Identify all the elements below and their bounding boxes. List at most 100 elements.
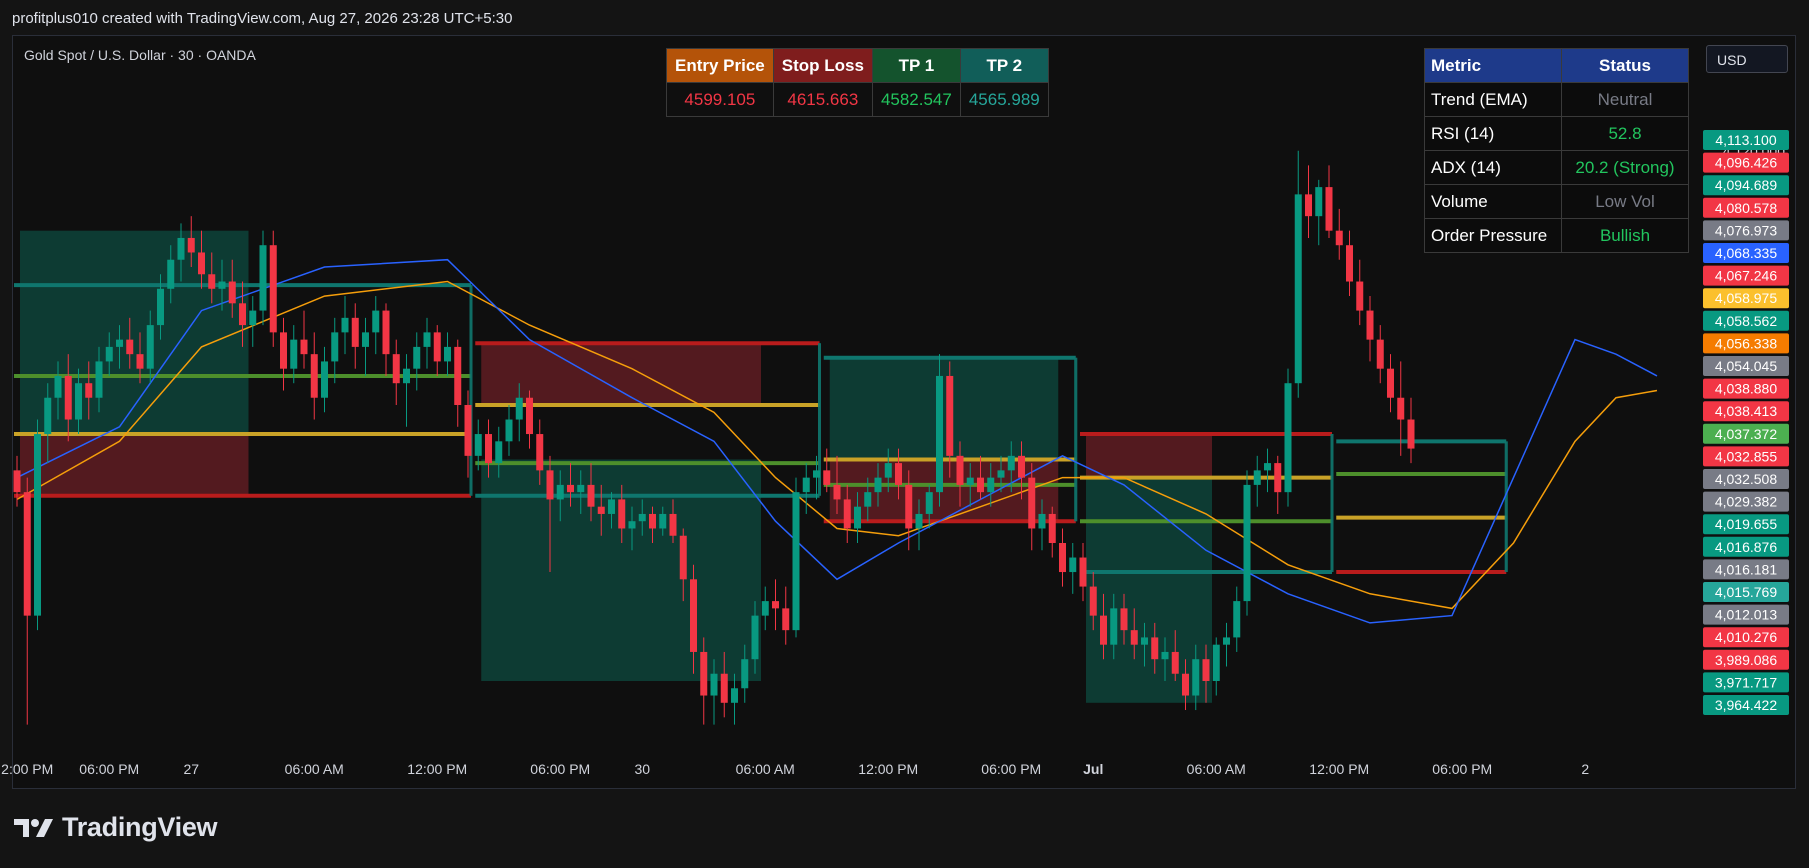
candle-body (85, 383, 93, 398)
candle-body (587, 484, 595, 507)
status-metric: ADX (14) (1424, 150, 1562, 185)
symbol-label[interactable]: Gold Spot / U.S. Dollar · 30 · OANDA (24, 47, 256, 63)
candle-body (802, 477, 810, 493)
candle-body (495, 441, 503, 464)
candle-body (997, 470, 1005, 478)
status-metric: RSI (14) (1424, 116, 1562, 151)
candle-body (1397, 397, 1405, 420)
status-value: Low Vol (1561, 184, 1689, 219)
candle-body (239, 303, 246, 326)
price-label-text: 4,054.045 (1715, 358, 1777, 374)
candle-body (403, 368, 410, 384)
candle-body (843, 499, 851, 529)
time-tick-label: 06:00 PM (1432, 761, 1492, 777)
candle-body (167, 259, 175, 289)
candle-body (741, 659, 749, 689)
price-label-text: 4,038.413 (1715, 403, 1777, 419)
candle-body (936, 375, 943, 493)
candle-body (1202, 659, 1210, 681)
candle-body (946, 375, 954, 456)
candle-body (1366, 310, 1374, 340)
candle-body (690, 579, 697, 652)
candle-body (259, 245, 267, 311)
status-row: Order Pressure Bullish (1424, 218, 1689, 253)
candle-body (638, 513, 646, 522)
candle-body (915, 513, 923, 529)
candle-body (567, 484, 574, 493)
candle-body (351, 317, 359, 347)
time-tick-label: 06:00 AM (736, 761, 795, 777)
tp1-header: TP 1 (871, 48, 961, 83)
price-label-text: 4,032.855 (1715, 448, 1777, 464)
time-axis: 2:00 PM 06:00 PM 27 06:00 AM 12:00 PM 06:00 P… (1, 761, 1589, 777)
tradingview-logo[interactable]: TradingView (14, 812, 218, 843)
candle-body (1089, 586, 1097, 616)
candle-body (556, 484, 564, 500)
candle-body (505, 419, 513, 442)
candle-body (1120, 608, 1128, 631)
candle-body (679, 535, 687, 580)
loss-zone (481, 343, 761, 405)
price-label-text: 4,067.246 (1715, 268, 1777, 284)
candle-body (515, 397, 523, 420)
profit-zone (829, 357, 1059, 460)
status-metric: Order Pressure (1424, 218, 1562, 253)
metric-header: Metric (1424, 48, 1562, 83)
candle-body (1387, 368, 1394, 398)
tp1-value: 4582.547 (871, 82, 961, 117)
time-tick-label: 12:00 PM (407, 761, 467, 777)
candle-body (823, 470, 831, 485)
price-label-text: 4,058.562 (1715, 313, 1777, 329)
candle-body (126, 339, 134, 355)
price-label-text: 3,989.086 (1715, 652, 1777, 668)
time-tick-label: 06:00 PM (981, 761, 1041, 777)
candle-body (772, 601, 779, 609)
candle-body (1346, 245, 1353, 282)
candle-body (341, 317, 349, 333)
candle-body (1284, 383, 1292, 493)
candle-body (895, 463, 902, 485)
time-tick-label: 2:00 PM (1, 761, 53, 777)
candle-body (1141, 637, 1148, 645)
price-label-text: 4,029.382 (1715, 494, 1777, 510)
candle-body (208, 274, 216, 289)
status-value: 20.2 (Strong) (1561, 150, 1689, 185)
stop-loss-header: Stop Loss (772, 48, 873, 83)
candle-body (1028, 477, 1036, 529)
candle-body (13, 470, 21, 493)
currency-button[interactable]: USD (1706, 45, 1788, 73)
price-axis: 4,120.0004,113.1004,096.4264,094.6894,08… (1703, 130, 1789, 715)
candle-body (966, 477, 974, 485)
price-label-text: 4,016.876 (1715, 539, 1777, 555)
candle-body (925, 492, 933, 514)
candle-body (597, 506, 605, 514)
status-value: 52.8 (1561, 116, 1689, 151)
status-value: Bullish (1561, 218, 1689, 253)
candle-body (1151, 637, 1159, 660)
price-label-text: 4,076.973 (1715, 222, 1777, 238)
candle-body (1305, 194, 1312, 217)
price-label-text: 4,010.276 (1715, 629, 1777, 645)
candle-body (649, 513, 656, 529)
candle-body (751, 615, 759, 660)
trade-levels-value-row: 4599.105 4615.663 4582.547 4565.989 (666, 82, 1049, 117)
candle-body (433, 332, 441, 362)
price-label-text: 4,032.508 (1715, 471, 1777, 487)
candle-body (300, 339, 308, 355)
candle-body (1294, 194, 1302, 384)
candle-body (731, 688, 738, 703)
candle-body (874, 477, 882, 493)
candle-body (64, 375, 72, 420)
price-label-text: 4,012.013 (1715, 607, 1777, 623)
candle-body (1161, 651, 1169, 660)
candle-body (792, 492, 800, 631)
candle-body (1274, 463, 1282, 493)
candle-body (423, 332, 431, 347)
candle-body (392, 354, 400, 384)
candle-body (485, 434, 492, 464)
loss-zone (20, 434, 249, 496)
candle-body (1315, 187, 1323, 217)
brand-name: TradingView (62, 812, 218, 842)
candle-body (905, 484, 913, 529)
entry-price-value: 4599.105 (666, 82, 774, 117)
